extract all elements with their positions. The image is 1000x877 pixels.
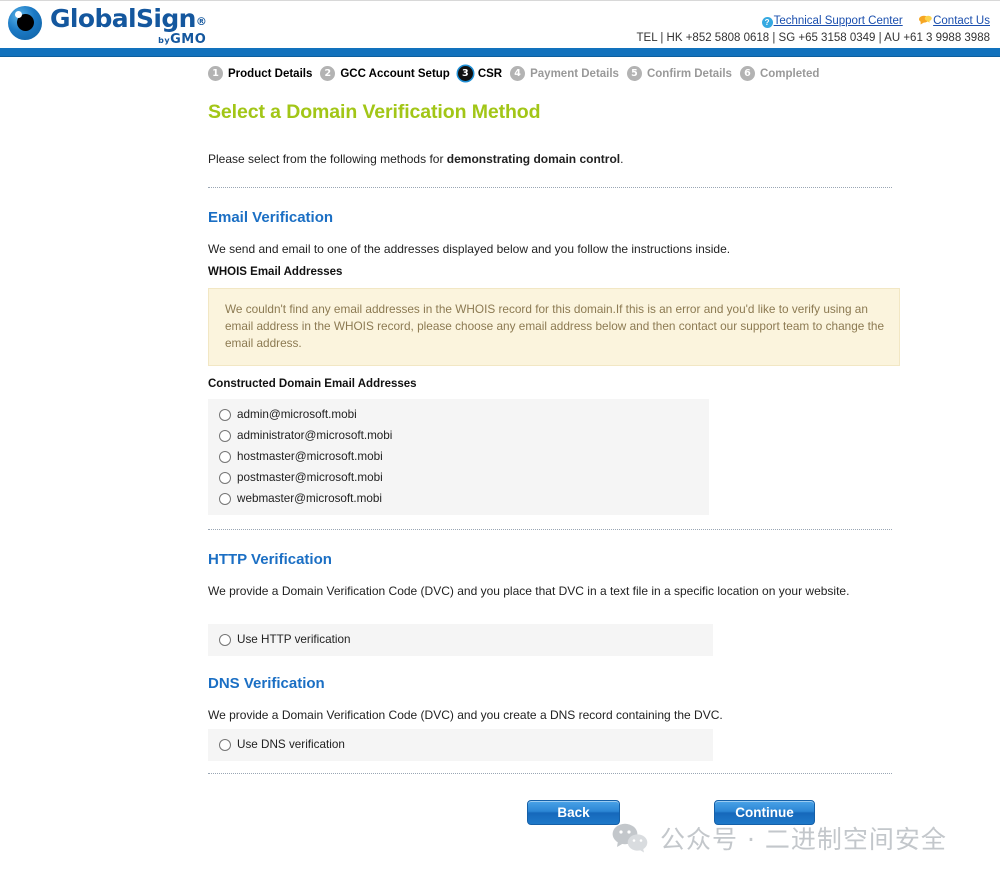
intro-suffix: . — [620, 152, 624, 166]
step-label-4: Payment Details — [530, 67, 619, 80]
email-option-row[interactable]: admin@microsoft.mobi — [208, 404, 709, 425]
email-option-radio-1[interactable] — [219, 429, 231, 442]
wechat-watermark: 公众号 · 二进制空间安全 — [612, 820, 947, 856]
http-option-label[interactable]: Use HTTP verification — [237, 633, 350, 646]
step-number-6: 6 — [739, 66, 755, 81]
step-csr[interactable]: 3 CSR — [457, 66, 503, 81]
step-payment-details: 4 Payment Details — [510, 66, 619, 81]
email-option-row[interactable]: webmaster@microsoft.mobi — [208, 488, 709, 509]
telephone-info: TEL | HK +852 5808 0618 | SG +65 3158 03… — [636, 32, 991, 44]
email-option-label-0[interactable]: admin@microsoft.mobi — [237, 408, 357, 421]
dns-option-row[interactable]: Use DNS verification — [208, 734, 713, 755]
step-product-details[interactable]: 1 Product Details — [208, 66, 312, 81]
http-option-radio[interactable] — [219, 633, 231, 646]
logo-text-block: GlobalSign® byGMO — [50, 4, 207, 46]
page-header: GlobalSign® byGMO ? Technical Support Cen… — [0, 0, 1000, 48]
step-number-1: 1 — [208, 66, 223, 81]
step-confirm-details: 5 Confirm Details — [626, 66, 732, 81]
whois-warning-alert: We couldn't find any email addresses in … — [208, 288, 900, 366]
step-number-4: 4 — [510, 66, 526, 81]
contact-chat-icon — [919, 15, 932, 25]
globalsign-eye-icon — [8, 6, 42, 40]
step-label-3: CSR — [477, 67, 503, 80]
constructed-domain-email-label: Constructed Domain Email Addresses — [208, 378, 417, 390]
divider-after-email — [208, 529, 892, 530]
email-option-radio-4[interactable] — [219, 492, 231, 505]
dns-verification-heading: DNS Verification — [208, 675, 325, 692]
watermark-text: 公众号 · 二进制空间安全 — [660, 825, 947, 854]
step-gcc-account-setup[interactable]: 2 GCC Account Setup — [320, 66, 450, 81]
page-intro: Please select from the following methods… — [208, 152, 892, 166]
whois-email-addresses-label: WHOIS Email Addresses — [208, 266, 343, 278]
header-links: ? Technical Support Center Contact Us — [637, 14, 990, 28]
logo-registered-mark: ® — [195, 15, 207, 28]
step-label-2: GCC Account Setup — [340, 67, 450, 80]
help-question-icon: ? — [761, 17, 773, 28]
email-option-label-1[interactable]: administrator@microsoft.mobi — [237, 429, 392, 442]
header-blue-bar — [0, 48, 1000, 57]
http-verification-heading: HTTP Verification — [208, 551, 332, 568]
wechat-icon — [612, 823, 648, 853]
email-option-radio-2[interactable] — [219, 450, 231, 463]
email-option-row[interactable]: administrator@microsoft.mobi — [208, 425, 709, 446]
email-option-radio-3[interactable] — [219, 471, 231, 484]
globalsign-logo[interactable]: GlobalSign® byGMO — [8, 4, 207, 46]
step-number-5: 5 — [626, 66, 642, 81]
logo-gmo-text: GMO — [170, 32, 207, 47]
logo-parent-brand: byGMO — [50, 33, 206, 46]
main-content: Select a Domain Verification Method Plea… — [0, 101, 1000, 825]
email-option-radio-0[interactable] — [219, 408, 231, 421]
email-verification-heading: Email Verification — [208, 209, 334, 226]
technical-support-center-link[interactable]: Technical Support Center — [774, 15, 903, 27]
step-number-3: 3 — [457, 66, 473, 81]
intro-prefix: Please select from the following methods… — [208, 152, 447, 166]
divider-bottom — [208, 773, 892, 774]
dns-option-group: Use DNS verification — [208, 729, 713, 761]
dns-option-label[interactable]: Use DNS verification — [237, 738, 345, 751]
http-verification-description: We provide a Domain Verification Code (D… — [208, 584, 850, 598]
dns-option-radio[interactable] — [219, 738, 231, 751]
step-completed: 6 Completed — [739, 66, 820, 81]
logo-wordmark: GlobalSign® — [50, 4, 207, 33]
email-option-row[interactable]: postmaster@microsoft.mobi — [208, 467, 709, 488]
http-option-row[interactable]: Use HTTP verification — [208, 629, 713, 650]
contact-us-link[interactable]: Contact Us — [933, 15, 990, 27]
header-right-block: ? Technical Support Center Contact Us TEL… — [637, 14, 991, 45]
email-options-group: admin@microsoft.mobi administrator@micro… — [208, 399, 709, 515]
email-option-row[interactable]: hostmaster@microsoft.mobi — [208, 446, 709, 467]
back-button[interactable]: Back — [527, 800, 620, 825]
page-title: Select a Domain Verification Method — [208, 101, 541, 123]
step-label-1: Product Details — [228, 67, 313, 80]
divider-top — [208, 187, 892, 188]
email-option-label-2[interactable]: hostmaster@microsoft.mobi — [237, 450, 383, 463]
step-indicator: 1 Product Details 2 GCC Account Setup 3 … — [0, 57, 1000, 81]
email-option-label-4[interactable]: webmaster@microsoft.mobi — [237, 492, 382, 505]
email-option-label-3[interactable]: postmaster@microsoft.mobi — [237, 471, 383, 484]
step-label-5: Confirm Details — [646, 67, 732, 80]
intro-bold: demonstrating domain control — [446, 152, 621, 166]
logo-wordmark-text: GlobalSign — [50, 4, 196, 33]
step-number-2: 2 — [320, 66, 336, 81]
logo-by-prefix: by — [158, 36, 171, 45]
http-option-group: Use HTTP verification — [208, 624, 713, 656]
email-verification-description: We send and email to one of the addresse… — [208, 242, 731, 256]
step-label-6: Completed — [759, 67, 820, 80]
dns-verification-description: We provide a Domain Verification Code (D… — [208, 708, 723, 722]
